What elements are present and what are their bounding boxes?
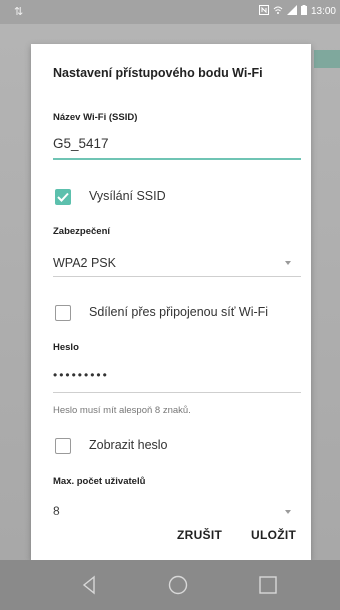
security-value: WPA2 PSK bbox=[53, 256, 116, 270]
max-users-label: Max. počet uživatelů bbox=[53, 476, 146, 487]
share-connected-label[interactable]: Sdílení přes připojenou síť Wi-Fi bbox=[89, 305, 268, 319]
password-hint: Heslo musí mít alespoň 8 znaků. bbox=[53, 405, 191, 416]
status-icons: 13:00 bbox=[258, 5, 336, 18]
navigation-bar bbox=[0, 560, 340, 610]
dialog-title: Nastavení přístupového bodu Wi-Fi bbox=[53, 66, 263, 80]
ssid-label: Název Wi-Fi (SSID) bbox=[53, 112, 138, 123]
password-input[interactable]: ••••••••• bbox=[53, 368, 109, 382]
ssid-underline bbox=[53, 158, 301, 160]
show-password-checkbox[interactable] bbox=[55, 438, 71, 454]
recents-icon[interactable] bbox=[254, 572, 282, 598]
scroll-fade bbox=[31, 512, 311, 522]
share-connected-checkbox[interactable] bbox=[55, 305, 71, 321]
password-underline bbox=[53, 392, 301, 393]
security-label: Zabezpečení bbox=[53, 226, 111, 237]
wifi-hotspot-dialog: Nastavení přístupového bodu Wi-Fi Název … bbox=[31, 44, 311, 560]
clock: 13:00 bbox=[310, 6, 336, 17]
broadcast-ssid-label[interactable]: Vysílání SSID bbox=[89, 189, 166, 203]
battery-icon bbox=[300, 5, 307, 18]
broadcast-ssid-checkbox[interactable] bbox=[55, 189, 71, 205]
wifi-icon bbox=[273, 5, 283, 18]
password-label: Heslo bbox=[53, 342, 79, 353]
notification-icon: ⇅ bbox=[14, 6, 24, 18]
nfc-icon bbox=[258, 5, 269, 18]
background-toggle bbox=[314, 50, 340, 68]
show-password-label[interactable]: Zobrazit heslo bbox=[89, 438, 168, 452]
security-underline bbox=[53, 276, 301, 277]
signal-icon bbox=[286, 5, 297, 18]
ssid-input[interactable]: G5_5417 bbox=[53, 136, 109, 151]
chevron-down-icon bbox=[285, 261, 291, 265]
save-button[interactable]: ULOŽIT bbox=[251, 528, 296, 542]
home-icon[interactable] bbox=[164, 572, 192, 598]
status-bar: ⇅ 13:00 bbox=[0, 0, 340, 24]
cancel-button[interactable]: ZRUŠIT bbox=[177, 528, 222, 542]
back-icon[interactable] bbox=[76, 572, 104, 598]
